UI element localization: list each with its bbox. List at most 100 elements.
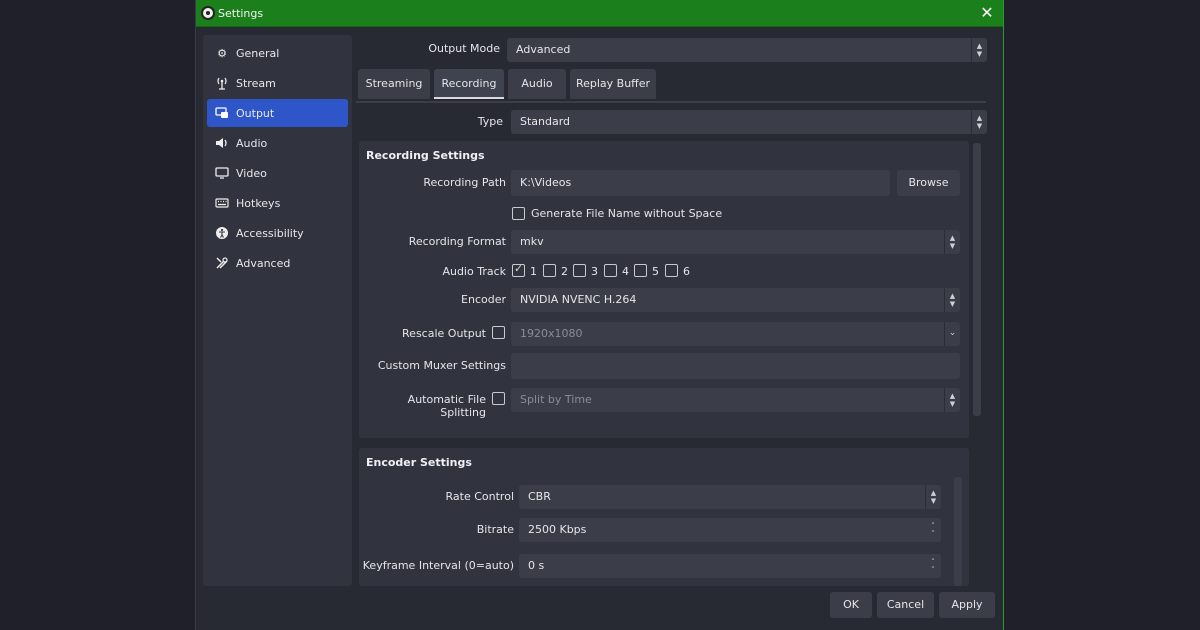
recording-path-label: Recording Path	[423, 176, 506, 189]
sidebar-item-general[interactable]: ⚙ General	[207, 39, 348, 67]
output-mode-select[interactable]: Advanced ▲ ▼	[507, 38, 987, 62]
keyframe-interval-label: Keyframe Interval (0=auto)	[362, 559, 514, 572]
sidebar-item-audio[interactable]: Audio	[207, 129, 348, 157]
audio-track-6-checkbox[interactable]	[665, 264, 678, 277]
tools-icon	[215, 256, 229, 270]
sidebar-item-stream[interactable]: Stream	[207, 69, 348, 97]
ok-button[interactable]: OK	[830, 592, 872, 618]
keyboard-icon	[215, 196, 229, 210]
keyframe-interval-value: 0 s	[528, 559, 545, 572]
output-mode-label: Output Mode	[428, 42, 500, 55]
speaker-icon	[215, 136, 229, 150]
sidebar-item-video[interactable]: Video	[207, 159, 348, 187]
sidebar-item-output[interactable]: Output	[207, 99, 348, 127]
encoder-scrollbar[interactable]	[954, 477, 962, 586]
type-label: Type	[477, 115, 503, 128]
sidebar-item-label: Stream	[236, 76, 276, 90]
updown-arrows-icon: ▲ ▼	[971, 38, 987, 62]
sidebar-item-advanced[interactable]: Advanced	[207, 249, 348, 277]
tab-divider	[356, 101, 986, 103]
recording-settings-group: Recording Settings Recording Path K:\Vid…	[359, 141, 969, 438]
recording-format-label: Recording Format	[408, 235, 506, 248]
apply-button[interactable]: Apply	[939, 592, 995, 618]
type-select[interactable]: Standard ▲ ▼	[511, 110, 987, 134]
tab-replay-buffer[interactable]: Replay Buffer	[570, 69, 656, 99]
output-settings-panel: Output Mode Advanced ▲ ▼ Streaming Record…	[356, 35, 988, 586]
rescale-resolution-select[interactable]: 1920x1080 ⌄	[511, 322, 960, 346]
bitrate-label: Bitrate	[476, 523, 514, 536]
audio-track-label: Audio Track	[442, 265, 506, 278]
rescale-output-label: Rescale Output	[402, 327, 486, 340]
audio-track-number: 1	[530, 265, 537, 278]
recording-settings-title: Recording Settings	[366, 149, 485, 162]
updown-arrows-icon: ▲ ▼	[944, 388, 960, 412]
encoder-settings-title: Encoder Settings	[366, 456, 472, 469]
audio-track-number: 6	[683, 265, 690, 278]
accessibility-icon	[215, 226, 229, 240]
updown-arrows-icon: ▲ ▼	[971, 110, 987, 134]
split-mode-value: Split by Time	[520, 393, 592, 406]
updown-arrows-icon: ▲ ▼	[944, 288, 960, 312]
cancel-button[interactable]: Cancel	[877, 592, 934, 618]
audio-track-2-checkbox[interactable]	[543, 264, 556, 277]
updown-arrows-icon: ▲ ▼	[925, 485, 941, 509]
type-value: Standard	[520, 115, 571, 128]
tab-streaming[interactable]: Streaming	[358, 69, 430, 99]
spin-arrows-icon[interactable]: ˄ ˅	[925, 554, 941, 578]
obs-logo-icon	[201, 6, 215, 20]
sidebar-item-label: Video	[236, 166, 267, 180]
rate-control-value: CBR	[528, 490, 551, 503]
audio-track-number: 3	[591, 265, 598, 278]
sidebar-item-label: General	[236, 46, 280, 60]
audio-track-number: 5	[652, 265, 659, 278]
auto-split-label: Automatic File Splitting	[407, 393, 486, 419]
settings-window: Settings ✕ ⚙ General Stream Output Audio	[195, 0, 1004, 630]
rescale-output-checkbox[interactable]	[492, 326, 505, 339]
rescale-resolution-value: 1920x1080	[520, 327, 583, 340]
audio-track-4-checkbox[interactable]	[604, 264, 617, 277]
audio-track-1-checkbox[interactable]	[512, 262, 525, 277]
recording-path-input[interactable]: K:\Videos	[511, 170, 890, 196]
updown-arrows-icon: ▲ ▼	[944, 230, 960, 254]
settings-sidebar: ⚙ General Stream Output Audio Video Hotk…	[203, 35, 352, 586]
bitrate-spinbox[interactable]: 2500 Kbps ˄ ˅	[519, 518, 941, 542]
split-mode-select[interactable]: Split by Time ▲ ▼	[511, 388, 960, 412]
gear-icon: ⚙	[217, 46, 227, 60]
recording-format-value: mkv	[520, 235, 544, 248]
close-icon[interactable]: ✕	[977, 3, 997, 23]
audio-track-number: 4	[622, 265, 629, 278]
custom-muxer-input[interactable]	[511, 353, 960, 379]
encoder-label: Encoder	[461, 293, 506, 306]
chevron-down-icon: ⌄	[944, 322, 960, 346]
sidebar-item-label: Output	[236, 106, 275, 120]
rate-control-label: Rate Control	[445, 490, 514, 503]
output-icon	[215, 106, 229, 120]
browse-button[interactable]: Browse	[897, 170, 960, 196]
generate-filename-checkbox[interactable]	[512, 207, 525, 220]
audio-track-number: 2	[561, 265, 568, 278]
encoder-value: NVIDIA NVENC H.264	[520, 293, 637, 306]
sidebar-item-hotkeys[interactable]: Hotkeys	[207, 189, 348, 217]
window-title: Settings	[218, 7, 264, 20]
custom-muxer-label: Custom Muxer Settings	[377, 359, 506, 372]
audio-track-5-checkbox[interactable]	[634, 264, 647, 277]
sidebar-item-label: Accessibility	[236, 226, 304, 240]
audio-track-3-checkbox[interactable]	[573, 264, 586, 277]
sidebar-item-label: Advanced	[236, 256, 291, 270]
recording-scrollbar[interactable]	[973, 143, 981, 416]
bitrate-value: 2500 Kbps	[528, 523, 587, 536]
auto-split-checkbox[interactable]	[492, 392, 505, 405]
sidebar-item-accessibility[interactable]: Accessibility	[207, 219, 348, 247]
encoder-select[interactable]: NVIDIA NVENC H.264 ▲ ▼	[511, 288, 960, 312]
title-bar: Settings ✕	[196, 0, 1003, 27]
tab-recording[interactable]: Recording	[434, 69, 504, 99]
sidebar-item-label: Audio	[236, 136, 268, 150]
tab-audio[interactable]: Audio	[508, 69, 566, 99]
monitor-icon	[215, 166, 229, 180]
rate-control-select[interactable]: CBR ▲ ▼	[519, 485, 941, 509]
spin-arrows-icon[interactable]: ˄ ˅	[925, 518, 941, 542]
recording-format-select[interactable]: mkv ▲ ▼	[511, 230, 960, 254]
output-mode-value: Advanced	[516, 43, 571, 56]
keyframe-interval-spinbox[interactable]: 0 s ˄ ˅	[519, 554, 941, 578]
sidebar-item-label: Hotkeys	[236, 196, 281, 210]
